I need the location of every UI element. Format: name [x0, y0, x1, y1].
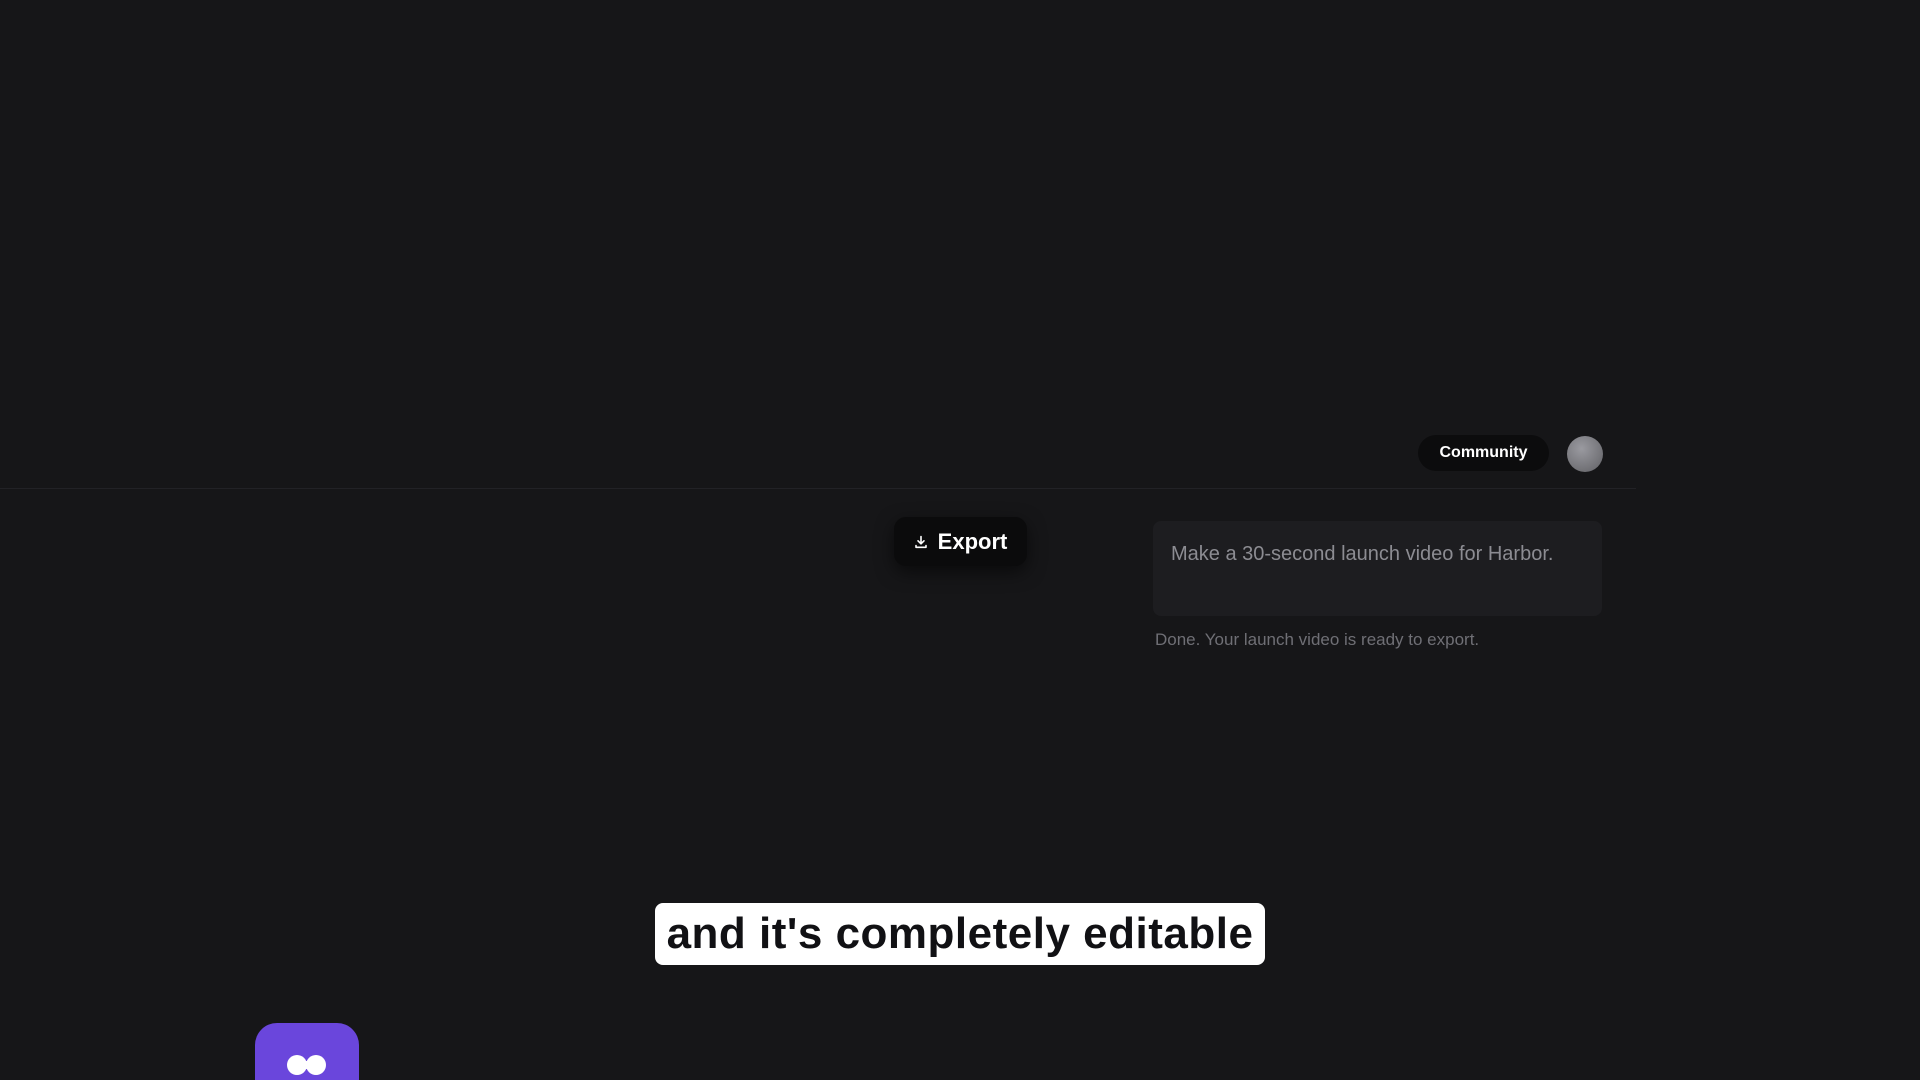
- video-caption[interactable]: and it's completely editable: [655, 903, 1265, 965]
- community-button[interactable]: Community: [1418, 435, 1549, 471]
- export-button[interactable]: Export: [894, 517, 1027, 566]
- prompt-message[interactable]: Make a 30-second launch video for Harbor…: [1153, 521, 1602, 616]
- status-message: Done. Your launch video is ready to expo…: [1155, 630, 1480, 649]
- export-label: Export: [937, 528, 1008, 554]
- user-avatar[interactable]: [1567, 436, 1603, 472]
- header-divider: [0, 488, 1636, 489]
- app-stage: Community Export Make a 30-second launch…: [0, 0, 1920, 1080]
- app-logo-button[interactable]: [255, 1023, 359, 1080]
- download-icon: [914, 535, 928, 549]
